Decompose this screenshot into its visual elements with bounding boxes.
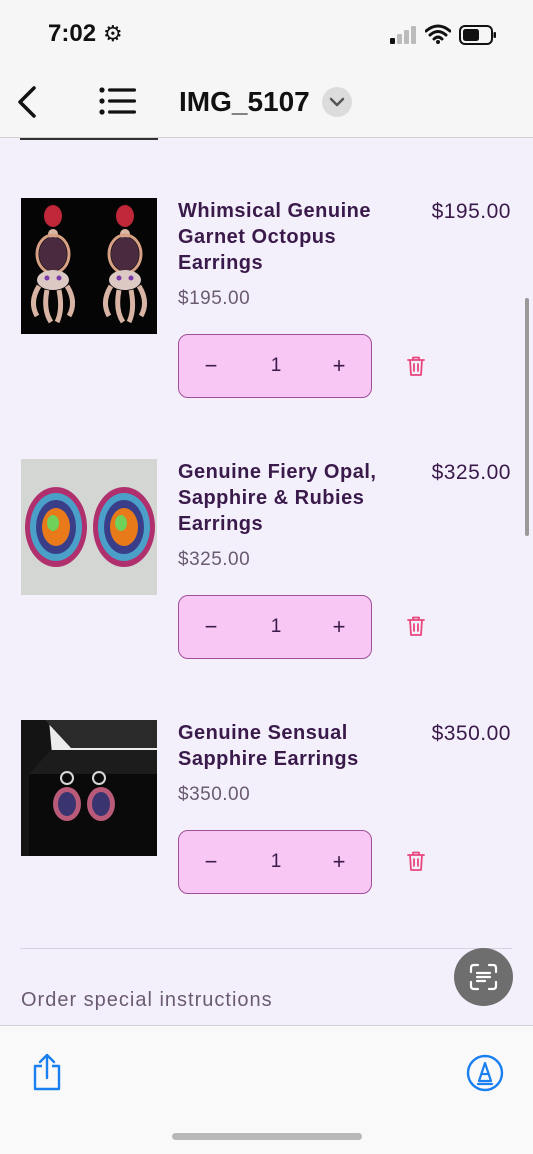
viewer-toolbar: IMG_5107	[0, 70, 533, 138]
gear-icon: ⚙	[103, 22, 123, 47]
product-price: $325.00	[178, 549, 251, 570]
quantity-increase-button[interactable]: +	[323, 846, 355, 878]
product-name[interactable]: Genuine Fiery Opal, Sapphire & Rubies Ea…	[178, 459, 403, 537]
line-total: $350.00	[431, 722, 511, 745]
product-name[interactable]: Whimsical Genuine Garnet Octopus Earring…	[178, 198, 403, 276]
document-title[interactable]: IMG_5107	[179, 86, 310, 118]
quantity-input[interactable]: 1	[249, 350, 303, 382]
live-text-scan-icon	[469, 963, 498, 991]
status-time: 7:02	[48, 20, 97, 47]
quantity-increase-button[interactable]: +	[323, 611, 355, 643]
product-image[interactable]	[21, 198, 157, 334]
status-bar: 7:02 ⚙	[0, 0, 533, 70]
quantity-increase-button[interactable]: +	[323, 350, 355, 382]
trash-icon[interactable]	[404, 354, 428, 378]
line-total: $195.00	[431, 200, 511, 223]
trash-icon[interactable]	[404, 614, 428, 638]
product-name[interactable]: Genuine Sensual Sapphire Earrings	[178, 720, 403, 772]
cellular-signal-icon	[390, 26, 416, 44]
quantity-input[interactable]: 1	[249, 846, 303, 878]
quantity-stepper: − 1 +	[178, 595, 372, 659]
product-image[interactable]	[21, 459, 157, 595]
quantity-input[interactable]: 1	[249, 611, 303, 643]
bottom-toolbar	[0, 1025, 533, 1154]
quantity-decrease-button[interactable]: −	[195, 611, 227, 643]
list-icon[interactable]	[98, 86, 138, 116]
section-underline	[20, 138, 158, 140]
wifi-icon	[425, 24, 451, 44]
home-indicator[interactable]	[172, 1133, 362, 1140]
quantity-decrease-button[interactable]: −	[195, 846, 227, 878]
quantity-decrease-button[interactable]: −	[195, 350, 227, 382]
product-image[interactable]	[21, 720, 157, 856]
line-total: $325.00	[431, 461, 511, 484]
product-price: $350.00	[178, 784, 251, 805]
chevron-down-icon	[329, 97, 345, 107]
share-icon[interactable]	[30, 1052, 64, 1092]
quantity-stepper: − 1 +	[178, 830, 372, 894]
title-menu-button[interactable]	[322, 87, 352, 117]
battery-icon	[459, 25, 496, 45]
chevron-left-icon[interactable]	[12, 84, 42, 120]
product-price: $195.00	[178, 288, 251, 309]
trash-icon[interactable]	[404, 849, 428, 873]
section-divider	[20, 948, 512, 949]
order-instructions-label[interactable]: Order special instructions	[21, 989, 273, 1012]
markup-pen-icon[interactable]	[466, 1054, 504, 1092]
quantity-stepper: − 1 +	[178, 334, 372, 398]
live-text-button[interactable]	[454, 948, 513, 1006]
scrollbar[interactable]	[525, 298, 529, 536]
